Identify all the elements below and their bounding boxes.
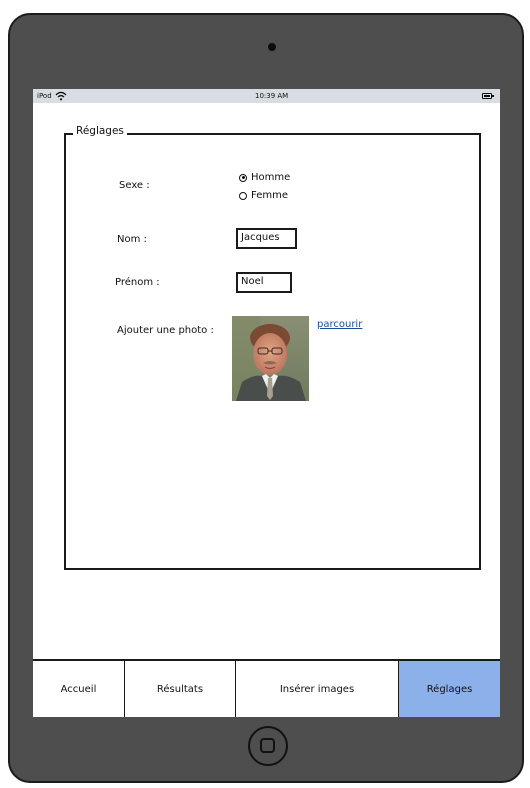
tab-accueil[interactable]: Accueil [33,661,125,717]
tab-resultats[interactable]: Résultats [125,661,236,717]
radio-checked-icon[interactable] [239,173,247,182]
radio-unchecked-icon[interactable] [239,191,247,200]
status-carrier: iPod [37,92,52,100]
battery-icon [482,93,494,99]
prenom-field[interactable]: Noel [236,272,292,293]
camera-icon [268,43,276,51]
home-square-icon [260,738,275,753]
radio-homme-label: Homme [251,172,291,183]
settings-legend: Réglages [73,125,127,137]
nom-label: Nom : [117,234,147,245]
radio-femme[interactable]: Femme [239,190,288,201]
prenom-label: Prénom : [115,277,160,288]
tab-reglages[interactable]: Réglages [399,661,500,717]
status-bar: iPod 10:39 AM [33,89,500,103]
status-time: 10:39 AM [255,92,289,100]
home-button-icon[interactable] [248,726,288,766]
tab-bar: Accueil Résultats Insérer images Réglage… [33,659,500,717]
wifi-icon [55,91,67,101]
sexe-label: Sexe : [119,180,150,191]
browse-link[interactable]: parcourir [317,319,362,330]
radio-homme[interactable]: Homme [239,172,290,183]
nom-field[interactable]: Jacques [236,228,297,249]
profile-photo [232,316,309,401]
radio-femme-label: Femme [251,190,288,201]
photo-label: Ajouter une photo : [117,325,214,336]
tab-inserer-images[interactable]: Insérer images [236,661,399,717]
screen: iPod 10:39 AM Réglages Sexe : Homme Femm… [33,89,500,717]
